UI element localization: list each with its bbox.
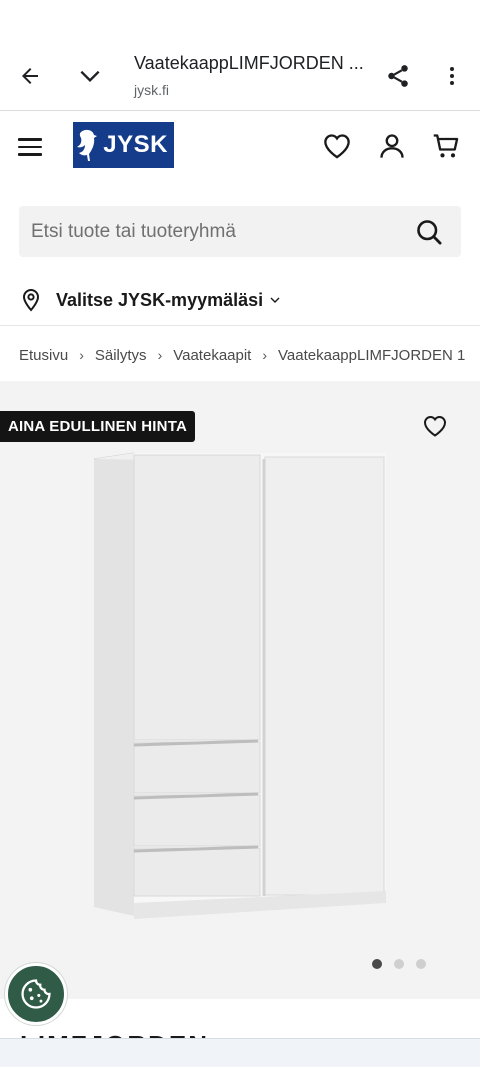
more-options-button[interactable] <box>432 56 472 96</box>
wishlist-button[interactable] <box>320 129 354 163</box>
breadcrumb-link-storage[interactable]: Säilytys <box>95 347 147 364</box>
breadcrumb-link-wardrobes[interactable]: Vaatekaapit <box>173 347 251 364</box>
arrow-left-icon <box>22 68 38 84</box>
gallery-dot-1[interactable] <box>372 959 382 969</box>
store-selector[interactable]: Valitse JYSK-myymäläsi <box>19 284 281 316</box>
page-url[interactable]: jysk.fi <box>134 82 169 98</box>
bird-logo-icon <box>77 129 97 161</box>
search-button[interactable] <box>415 218 443 246</box>
chevron-right-icon: › <box>262 347 268 363</box>
bottom-bar <box>0 1038 480 1067</box>
product-image-wardrobe <box>93 452 386 919</box>
jysk-logo[interactable]: JYSK <box>73 122 174 168</box>
search-icon <box>417 220 442 245</box>
cart-icon <box>433 134 459 158</box>
gallery-dot-3[interactable] <box>416 959 426 969</box>
tabs-dropdown-button[interactable] <box>70 56 110 96</box>
hamburger-icon <box>18 138 42 141</box>
page-title: VaatekaappLIMFJORDEN ... <box>134 53 364 73</box>
product-gallery[interactable]: AINA EDULLINEN HINTA <box>0 381 480 999</box>
share-button[interactable] <box>378 56 418 96</box>
cookie-settings-button[interactable] <box>5 963 67 1025</box>
browser-toolbar: VaatekaappLIMFJORDEN ... jysk.fi <box>0 0 480 111</box>
site-header: JYSK <box>0 111 480 183</box>
location-pin-icon <box>22 288 40 312</box>
price-badge: AINA EDULLINEN HINTA <box>0 411 195 442</box>
add-to-wishlist-button[interactable] <box>423 415 449 441</box>
chevron-down-icon <box>80 70 100 83</box>
account-button[interactable] <box>375 129 409 163</box>
menu-button[interactable] <box>18 131 50 163</box>
gallery-dot-2[interactable] <box>394 959 404 969</box>
share-icon <box>388 65 408 87</box>
search-bar <box>19 206 461 257</box>
heart-icon <box>324 134 350 159</box>
more-vertical-icon <box>450 67 454 85</box>
search-input[interactable] <box>19 206 399 257</box>
user-icon <box>380 134 404 158</box>
breadcrumb-link-home[interactable]: Etusivu <box>19 347 68 364</box>
chevron-right-icon: › <box>157 347 163 363</box>
breadcrumb: Etusivu › Säilytys › Vaatekaapit › Vaate… <box>19 345 465 365</box>
chevron-down-icon <box>270 297 280 303</box>
gallery-pagination <box>372 959 426 969</box>
back-button[interactable] <box>10 56 50 96</box>
breadcrumb-current: VaatekaappLIMFJORDEN 1 <box>278 346 466 364</box>
heart-icon <box>423 415 447 437</box>
chevron-right-icon: › <box>79 347 84 363</box>
cookie-icon <box>21 979 51 1009</box>
cart-button[interactable] <box>429 129 463 163</box>
divider <box>0 325 480 326</box>
store-selector-label: Valitse JYSK-myymäläsi <box>56 289 264 310</box>
